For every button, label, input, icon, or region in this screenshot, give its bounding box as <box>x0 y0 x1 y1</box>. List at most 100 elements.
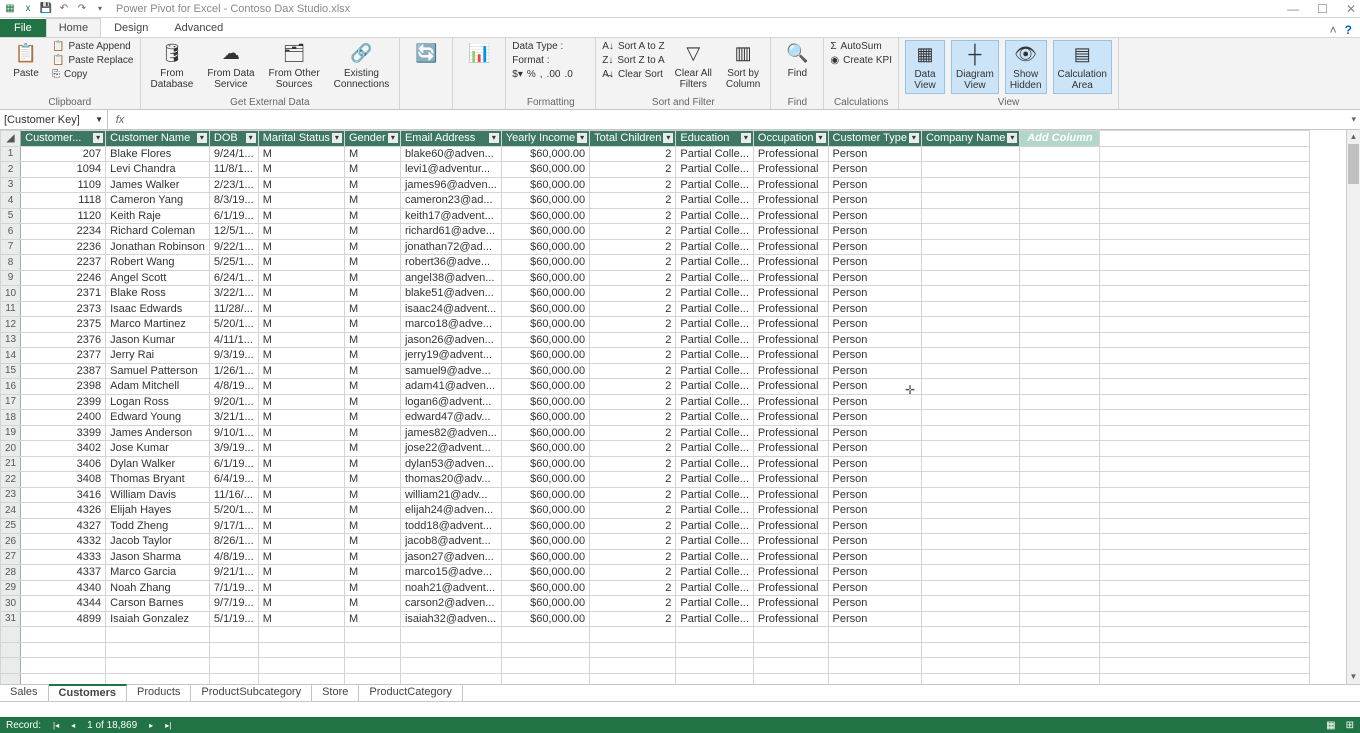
clear-sort-button[interactable]: A̶↓Clear Sort <box>602 68 664 81</box>
ribbon-tab-advanced[interactable]: Advanced <box>161 18 236 37</box>
cell-customer_key[interactable]: 3399 <box>21 425 106 441</box>
cell-ctype[interactable]: Person <box>828 534 921 550</box>
cell-ctype[interactable]: Person <box>828 332 921 348</box>
sort-az-button[interactable]: A↓Sort A to Z <box>602 40 664 53</box>
cell-customer_name[interactable]: Robert Wang <box>106 255 210 271</box>
cell-ctype[interactable]: Person <box>828 224 921 240</box>
cell-customer_key[interactable]: 3406 <box>21 456 106 472</box>
row-number[interactable]: 14 <box>1 348 21 364</box>
cell-email[interactable]: richard61@adve... <box>400 224 501 240</box>
cell-marital[interactable]: M <box>258 162 344 178</box>
cell-gender[interactable]: M <box>344 255 400 271</box>
cell-customer_name[interactable]: Logan Ross <box>106 394 210 410</box>
cell-children[interactable]: 2 <box>590 518 676 534</box>
cell-email[interactable]: blake60@adven... <box>400 146 501 162</box>
cell-income[interactable]: $60,000.00 <box>501 549 589 565</box>
table-row[interactable]: 41118Cameron Yang8/3/19...MMcameron23@ad… <box>1 193 1310 209</box>
sheet-tab-store[interactable]: Store <box>312 685 359 701</box>
cell-company[interactable] <box>921 518 1019 534</box>
cell-email[interactable]: angel38@adven... <box>400 270 501 286</box>
clear-filters-button[interactable]: ▽Clear All Filters <box>671 40 716 92</box>
cell-gender[interactable]: M <box>344 363 400 379</box>
cell-ctype[interactable]: Person <box>828 348 921 364</box>
cell-dob[interactable]: 6/1/19... <box>209 208 258 224</box>
from-other-button[interactable]: 🗂From Other Sources <box>265 40 324 92</box>
cell-marital[interactable]: M <box>258 332 344 348</box>
cell-marital[interactable]: M <box>258 410 344 426</box>
table-row[interactable]: 72236Jonathan Robinson9/22/1...MMjonatha… <box>1 239 1310 255</box>
cell-education[interactable]: Partial Colle... <box>676 425 753 441</box>
formula-dropdown-icon[interactable]: ▾ <box>1347 114 1360 125</box>
cell-education[interactable]: Partial Colle... <box>676 534 753 550</box>
cell-customer_name[interactable]: Dylan Walker <box>106 456 210 472</box>
cell-company[interactable] <box>921 580 1019 596</box>
cell-customer_name[interactable]: Blake Ross <box>106 286 210 302</box>
cell-gender[interactable]: M <box>344 162 400 178</box>
cell-ctype[interactable]: Person <box>828 301 921 317</box>
cell-customer_name[interactable]: Cameron Yang <box>106 193 210 209</box>
cell-occupation[interactable]: Professional <box>753 611 828 627</box>
cell-customer_key[interactable]: 3402 <box>21 441 106 457</box>
first-record-icon[interactable]: |◂ <box>53 721 59 730</box>
help-icon[interactable]: ? <box>1345 23 1352 37</box>
cell-dob[interactable]: 1/26/1... <box>209 363 258 379</box>
cell-ctype[interactable]: Person <box>828 193 921 209</box>
cell-occupation[interactable]: Professional <box>753 255 828 271</box>
cell-ctype[interactable]: Person <box>828 363 921 379</box>
cell-income[interactable]: $60,000.00 <box>501 332 589 348</box>
cell-dob[interactable]: 8/26/1... <box>209 534 258 550</box>
cell-dob[interactable]: 6/24/1... <box>209 270 258 286</box>
next-record-icon[interactable]: ▸ <box>149 721 153 730</box>
cell-dob[interactable]: 9/10/1... <box>209 425 258 441</box>
cell-marital[interactable]: M <box>258 146 344 162</box>
cell-dob[interactable]: 9/20/1... <box>209 394 258 410</box>
row-number[interactable]: 11 <box>1 301 21 317</box>
cell-email[interactable]: jerry19@advent... <box>400 348 501 364</box>
cell-occupation[interactable]: Professional <box>753 317 828 333</box>
cell-income[interactable]: $60,000.00 <box>501 596 589 612</box>
inc-decimal-icon[interactable]: .00 <box>547 69 561 80</box>
cell-customer_key[interactable]: 1094 <box>21 162 106 178</box>
cell-customer_key[interactable]: 2371 <box>21 286 106 302</box>
row-number[interactable]: 31 <box>1 611 21 627</box>
cell-customer_key[interactable]: 2234 <box>21 224 106 240</box>
cell-children[interactable]: 2 <box>590 301 676 317</box>
cell-children[interactable]: 2 <box>590 286 676 302</box>
cell-ctype[interactable]: Person <box>828 441 921 457</box>
cell-education[interactable]: Partial Colle... <box>676 255 753 271</box>
filter-dropdown-icon[interactable]: ▾ <box>332 133 342 143</box>
cell-occupation[interactable]: Professional <box>753 146 828 162</box>
cell-occupation[interactable]: Professional <box>753 518 828 534</box>
cell-marital[interactable]: M <box>258 394 344 410</box>
cell-education[interactable]: Partial Colle... <box>676 193 753 209</box>
cell-email[interactable]: william21@adv... <box>400 487 501 503</box>
cell-customer_key[interactable]: 4327 <box>21 518 106 534</box>
data-view-button[interactable]: ▦Data View <box>905 40 945 94</box>
cell-ctype[interactable]: Person <box>828 425 921 441</box>
cell-email[interactable]: isaac24@advent... <box>400 301 501 317</box>
cell-gender[interactable]: M <box>344 286 400 302</box>
prev-record-icon[interactable]: ◂ <box>71 721 75 730</box>
table-row[interactable]: 203402Jose Kumar3/9/19...MMjose22@advent… <box>1 441 1310 457</box>
cell-company[interactable] <box>921 363 1019 379</box>
cell-customer_key[interactable]: 207 <box>21 146 106 162</box>
table-row[interactable]: 31109James Walker2/23/1...MMjames96@adve… <box>1 177 1310 193</box>
diagram-view-button[interactable]: ┼Diagram View <box>951 40 999 94</box>
from-database-button[interactable]: 🛢From Database <box>147 40 198 92</box>
cell-education[interactable]: Partial Colle... <box>676 596 753 612</box>
sheet-tab-productcategory[interactable]: ProductCategory <box>359 685 463 701</box>
table-row[interactable]: 304344Carson Barnes9/7/19...MMcarson2@ad… <box>1 596 1310 612</box>
cell-income[interactable]: $60,000.00 <box>501 239 589 255</box>
cell-income[interactable]: $60,000.00 <box>501 270 589 286</box>
cell-customer_name[interactable]: William Davis <box>106 487 210 503</box>
cell-occupation[interactable]: Professional <box>753 379 828 395</box>
cell-dob[interactable]: 5/20/1... <box>209 503 258 519</box>
close-button[interactable]: ✕ <box>1346 2 1356 16</box>
cell-occupation[interactable]: Professional <box>753 394 828 410</box>
cell-ctype[interactable]: Person <box>828 255 921 271</box>
row-number[interactable]: 22 <box>1 472 21 488</box>
cell-customer_name[interactable]: Angel Scott <box>106 270 210 286</box>
cell-company[interactable] <box>921 456 1019 472</box>
cell-gender[interactable]: M <box>344 332 400 348</box>
cell-marital[interactable]: M <box>258 363 344 379</box>
